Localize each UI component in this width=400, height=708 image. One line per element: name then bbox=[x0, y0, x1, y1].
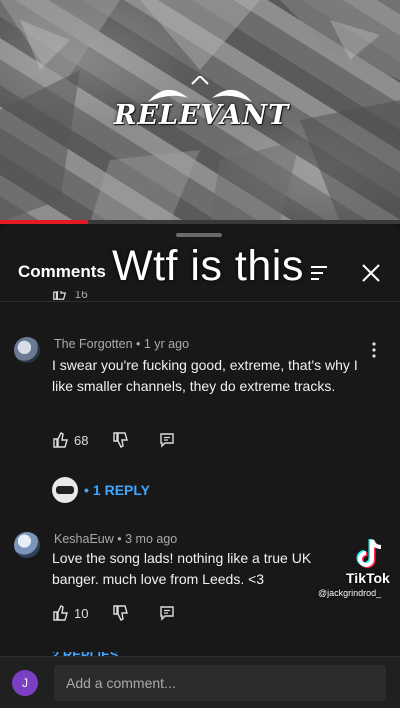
overlay-caption: Wtf is this bbox=[112, 242, 304, 290]
view-replies-link[interactable]: 1 REPLY bbox=[93, 482, 150, 498]
previous-comment-actions: 16 bbox=[52, 291, 192, 303]
comment-author[interactable]: The Forgotten bbox=[54, 337, 133, 351]
like-count: 10 bbox=[74, 605, 89, 621]
comments-title: Comments bbox=[18, 262, 106, 281]
comment-age: 1 yr ago bbox=[143, 337, 190, 351]
avatar[interactable] bbox=[14, 532, 40, 558]
reply-icon[interactable] bbox=[158, 431, 176, 449]
reply-separator: • bbox=[84, 482, 89, 498]
like-count: 68 bbox=[74, 432, 89, 448]
tiktok-handle: @jackgrindrod_ bbox=[318, 588, 382, 598]
comment-composer: J Add a comment... bbox=[0, 656, 400, 708]
drag-handle[interactable] bbox=[176, 233, 222, 237]
comment-actions: 68 bbox=[52, 429, 176, 451]
comments-panel: Comments 16 The Forgotten • 1 yr ago I s… bbox=[0, 224, 400, 708]
comment-text: I swear you're fucking good, extreme, th… bbox=[52, 357, 358, 394]
reply-icon[interactable] bbox=[158, 604, 176, 622]
video-player[interactable]: RELEVANT bbox=[0, 0, 400, 222]
meta-separator: • bbox=[136, 337, 141, 351]
comment-age: 3 mo ago bbox=[125, 532, 178, 546]
more-options-icon[interactable] bbox=[368, 341, 380, 359]
avatar[interactable] bbox=[14, 337, 40, 363]
close-icon[interactable] bbox=[358, 260, 384, 286]
comment-meta: The Forgotten • 1 yr ago bbox=[54, 337, 189, 351]
previous-like-count: 16 bbox=[74, 291, 88, 301]
tiktok-brand: TikTok bbox=[346, 570, 390, 586]
replies-toggle[interactable]: • 1 REPLY bbox=[52, 477, 150, 503]
comment-meta: KeshaEuw • 3 mo ago bbox=[54, 532, 177, 546]
sort-icon[interactable] bbox=[308, 262, 330, 284]
thumbs-up-icon[interactable] bbox=[52, 291, 68, 301]
comment-author[interactable]: KeshaEuw bbox=[54, 532, 114, 546]
user-avatar[interactable]: J bbox=[12, 670, 38, 696]
relevant-logo: RELEVANT bbox=[108, 76, 292, 146]
thumbs-up-icon[interactable] bbox=[52, 604, 70, 622]
tiktok-note-icon bbox=[356, 539, 382, 568]
comment-actions: 10 bbox=[52, 602, 176, 624]
creator-avatar bbox=[52, 477, 78, 503]
comment-text: Love the song lads! nothing like a true … bbox=[52, 550, 312, 587]
meta-separator: • bbox=[117, 532, 122, 546]
thumbs-down-icon[interactable] bbox=[112, 431, 130, 449]
thumbs-down-icon[interactable] bbox=[112, 604, 130, 622]
thumbs-up-icon[interactable] bbox=[52, 431, 70, 449]
tiktok-watermark: TikTok @jackgrindrod_ bbox=[318, 538, 398, 604]
logo-text: RELEVANT bbox=[114, 100, 290, 131]
add-comment-input[interactable]: Add a comment... bbox=[54, 665, 386, 701]
